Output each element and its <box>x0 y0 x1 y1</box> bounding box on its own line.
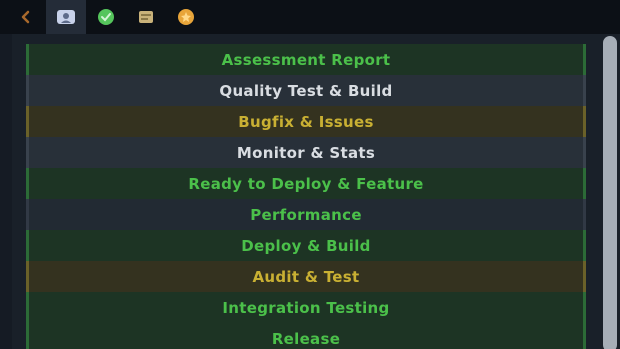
document-icon <box>139 11 153 23</box>
list-item[interactable]: Assessment Report <box>26 44 586 75</box>
list-item-label: Performance <box>250 205 362 224</box>
list-item[interactable]: Monitor & Stats <box>26 137 586 168</box>
list-item-label: Integration Testing <box>222 298 390 317</box>
list-item[interactable]: Quality Test & Build <box>26 75 586 106</box>
list-item[interactable]: Audit & Test <box>26 261 586 292</box>
list-item-label: Monitor & Stats <box>236 143 376 162</box>
list-item[interactable]: Release <box>26 323 586 349</box>
list-item[interactable]: Bugfix & Issues <box>26 106 586 137</box>
toolbar-button-back[interactable] <box>6 0 46 34</box>
user-icon <box>57 10 75 24</box>
toolbar-button-star[interactable] <box>166 0 206 34</box>
toolbar-button-shield[interactable] <box>86 0 126 34</box>
list-item[interactable]: Performance <box>26 199 586 230</box>
list-item-label: Quality Test & Build <box>219 81 393 100</box>
star-icon <box>178 9 194 25</box>
list-item[interactable]: Deploy & Build <box>26 230 586 261</box>
scrollbar[interactable] <box>600 34 620 349</box>
list-item-label: Assessment Report <box>221 50 391 69</box>
list-item[interactable]: Integration Testing <box>26 292 586 323</box>
toolbar-button-user[interactable] <box>46 0 86 34</box>
list-item-label: Ready to Deploy & Feature <box>188 174 424 193</box>
list-item[interactable]: Ready to Deploy & Feature <box>26 168 586 199</box>
toolbar-button-document[interactable] <box>126 0 166 34</box>
list-item-label: Bugfix & Issues <box>238 112 374 131</box>
list-item-label: Audit & Test <box>252 267 360 286</box>
window-corner <box>602 2 618 12</box>
scrollbar-thumb[interactable] <box>603 36 617 349</box>
app-window: Assessment Report Quality Test & Build Bug… <box>0 0 620 349</box>
back-icon <box>21 10 30 24</box>
list-item-label: Deploy & Build <box>241 236 371 255</box>
toolbar <box>0 0 620 35</box>
content-panel: Assessment Report Quality Test & Build Bug… <box>12 34 600 349</box>
shield-icon <box>98 9 114 25</box>
list-item-label: Release <box>271 329 341 348</box>
task-list: Assessment Report Quality Test & Build Bug… <box>26 44 586 349</box>
